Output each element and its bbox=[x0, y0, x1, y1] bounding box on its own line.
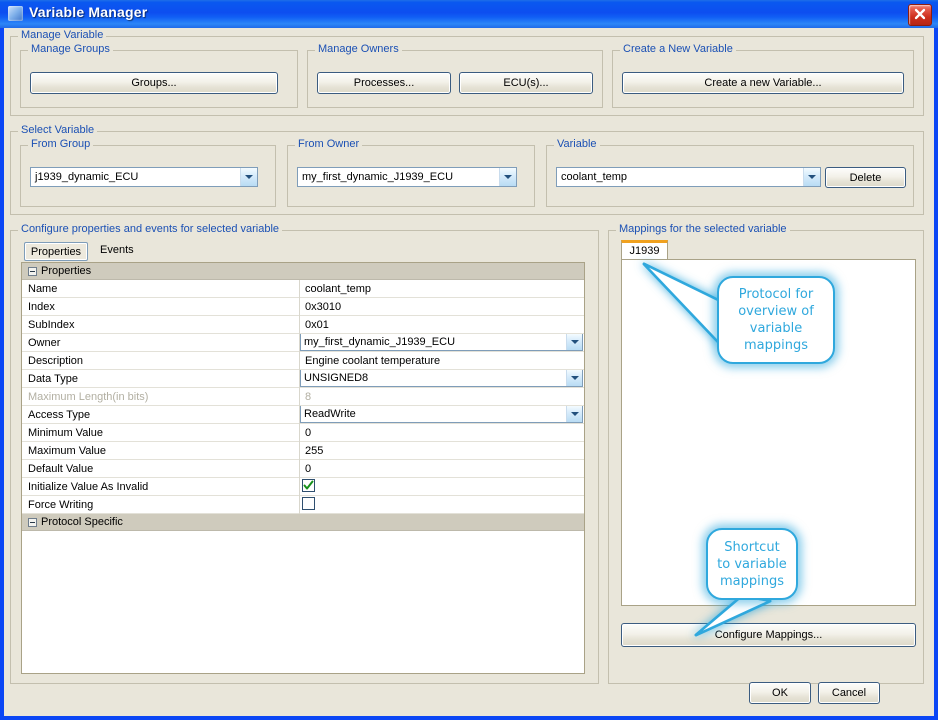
app-icon bbox=[8, 6, 23, 21]
close-icon[interactable] bbox=[908, 4, 932, 26]
client-area: Manage Variable Manage Groups Groups... … bbox=[4, 28, 934, 716]
callout-text: Shortcut to variable mappings bbox=[717, 539, 787, 590]
callout-tail-icon bbox=[4, 28, 938, 716]
variable-manager-window: Variable Manager Manage Variable Manage … bbox=[0, 0, 938, 720]
window-title: Variable Manager bbox=[29, 4, 147, 20]
title-bar: Variable Manager bbox=[0, 0, 938, 28]
callout-bubble: Shortcut to variable mappings bbox=[706, 528, 798, 600]
